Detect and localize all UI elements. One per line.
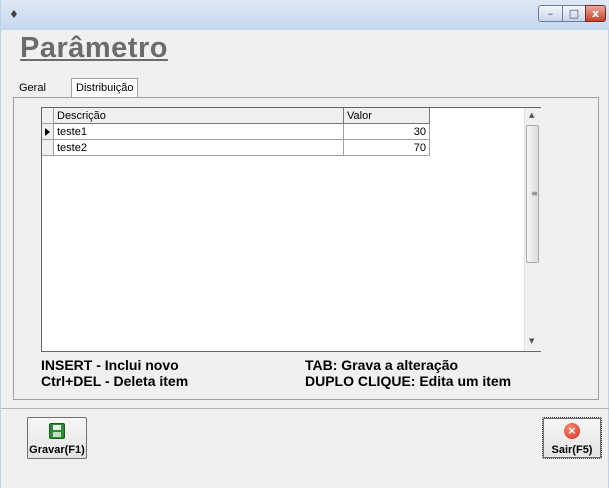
scrollbar-grip-icon: ≡ <box>531 189 538 198</box>
exit-button-label: Sair(F5) <box>551 444 593 456</box>
scroll-down-arrow-icon[interactable]: ▼ <box>529 337 534 345</box>
page-title: Parâmetro <box>20 32 168 64</box>
maximize-button[interactable]: □ <box>562 5 586 22</box>
help-double-click: DUPLO CLIQUE: Edita um item <box>305 373 512 389</box>
save-button-label: Gravar(F1) <box>29 444 85 456</box>
column-header-valor[interactable]: Valor <box>344 108 430 124</box>
table-cell-descricao[interactable]: teste1 <box>54 124 344 140</box>
footer-divider <box>1 408 609 409</box>
save-button[interactable]: Gravar(F1) <box>27 417 87 459</box>
table-cell-valor[interactable]: 30 <box>344 124 430 140</box>
current-row-arrow-icon <box>45 128 50 136</box>
title-bar[interactable]: ♦ – □ x <box>1 0 609 30</box>
table-cell-descricao[interactable]: teste2 <box>54 140 344 156</box>
help-delete: Ctrl+DEL - Deleta item <box>41 373 189 389</box>
scroll-up-arrow-icon[interactable]: ▲ <box>529 111 534 119</box>
vertical-scrollbar[interactable]: ▲ ≡ ▼ <box>524 108 541 351</box>
grid-corner-cell <box>42 108 54 124</box>
app-icon[interactable]: ♦ <box>9 9 19 21</box>
help-tab: TAB: Grava a alteração <box>305 357 459 373</box>
help-insert: INSERT - Inclui novo <box>41 357 179 373</box>
table-cell-valor[interactable]: 70 <box>344 140 430 156</box>
floppy-disk-icon <box>49 423 65 439</box>
column-header-descricao[interactable]: Descrição <box>54 108 344 124</box>
scrollbar-thumb[interactable]: ≡ <box>526 125 539 263</box>
main-window: ♦ – □ x Parâmetro Geral Distribuição Des… <box>0 0 609 488</box>
tab-geral[interactable]: Geral <box>15 80 50 97</box>
close-button[interactable]: x <box>585 5 606 22</box>
parameter-grid[interactable]: Descrição Valor teste1 30 teste2 70 ▲ ≡ … <box>41 107 541 352</box>
row-indicator[interactable] <box>42 140 54 156</box>
exit-button[interactable]: × Sair(F5) <box>542 417 602 459</box>
minimize-button[interactable]: – <box>538 5 563 22</box>
row-indicator-current[interactable] <box>42 124 54 140</box>
tab-distribuicao[interactable]: Distribuição <box>71 78 139 98</box>
exit-icon: × <box>564 423 580 439</box>
